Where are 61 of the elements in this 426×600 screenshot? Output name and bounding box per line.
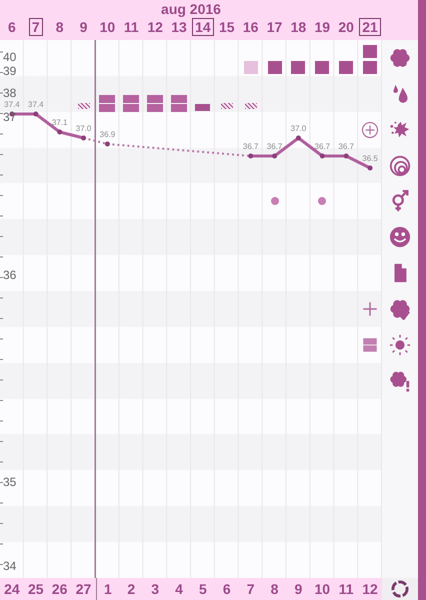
month-title: aug 2016 bbox=[161, 0, 221, 18]
day-number[interactable]: 16 bbox=[242, 18, 260, 36]
temperature-label: 36.7 bbox=[338, 142, 354, 151]
temperature-label: 36.5 bbox=[362, 154, 378, 163]
temperature-label: 37.1 bbox=[52, 118, 68, 127]
day-number[interactable]: 13 bbox=[170, 18, 188, 36]
day-number[interactable]: 18 bbox=[290, 18, 308, 36]
axis-label: 36 bbox=[3, 269, 16, 281]
axis-label: 40 bbox=[3, 51, 16, 63]
add-circle-icon[interactable] bbox=[361, 120, 380, 139]
flower-icon[interactable] bbox=[389, 46, 411, 69]
flower-alert-icon[interactable] bbox=[389, 370, 411, 392]
smiley-icon[interactable] bbox=[389, 226, 411, 248]
axis-label: 35 bbox=[3, 476, 16, 488]
split-square-icon[interactable] bbox=[361, 336, 380, 354]
axis-label: 37 bbox=[3, 111, 16, 123]
day-number[interactable]: 14 bbox=[192, 18, 214, 36]
day-number[interactable]: 9 bbox=[78, 18, 88, 36]
temperature-label: 36.7 bbox=[242, 142, 258, 151]
sun-icon[interactable] bbox=[389, 334, 411, 356]
day-number[interactable]: 10 bbox=[98, 18, 116, 36]
cycle-day: 7 bbox=[246, 578, 255, 600]
cycle-day: 26 bbox=[52, 578, 68, 600]
flower-check-icon[interactable] bbox=[389, 298, 411, 320]
temperature-label: 37.0 bbox=[290, 124, 306, 133]
day-number[interactable]: 21 bbox=[359, 18, 381, 36]
cycle-day: 5 bbox=[199, 578, 207, 600]
day-number[interactable]: 15 bbox=[218, 18, 236, 36]
temperature-label: 37.4 bbox=[28, 100, 44, 109]
cycle-day: 25 bbox=[28, 578, 44, 600]
day-number[interactable]: 19 bbox=[314, 18, 332, 36]
cycle-day: 6 bbox=[222, 578, 231, 600]
cycle-day: 10 bbox=[314, 578, 330, 600]
temperature-label: 37.0 bbox=[76, 124, 92, 133]
temperature-label: 36.7 bbox=[314, 142, 330, 151]
cycle-day: 2 bbox=[127, 578, 136, 600]
day-number[interactable]: 11 bbox=[122, 18, 140, 36]
cycle-day: 3 bbox=[151, 578, 160, 600]
temperature-label: 37.4 bbox=[4, 100, 20, 109]
axis-label: 34 bbox=[3, 560, 16, 572]
cycle-day: 12 bbox=[362, 578, 378, 600]
day-number[interactable]: 6 bbox=[7, 18, 17, 36]
plus-icon[interactable] bbox=[361, 300, 380, 318]
axis-label: 38 bbox=[3, 87, 16, 99]
cycle-day: 24 bbox=[4, 578, 20, 600]
axis-label: 39 bbox=[3, 65, 16, 77]
cycle-day: 27 bbox=[76, 578, 92, 600]
rings-icon[interactable] bbox=[389, 154, 411, 176]
temperature-label: 36.9 bbox=[100, 130, 116, 139]
cycle-day: 4 bbox=[175, 578, 183, 600]
cycle-day: 8 bbox=[270, 578, 278, 600]
day-number[interactable]: 20 bbox=[337, 18, 355, 36]
day-number[interactable]: 12 bbox=[146, 18, 164, 36]
cycle-day: 9 bbox=[294, 578, 302, 600]
day-number[interactable]: 8 bbox=[54, 18, 65, 36]
cycle-icon[interactable] bbox=[390, 579, 410, 599]
cycle-day: 11 bbox=[338, 578, 354, 600]
day-number[interactable]: 7 bbox=[28, 18, 43, 36]
cycle-day: 1 bbox=[104, 578, 112, 600]
temperature-label: 36.7 bbox=[266, 142, 282, 151]
day-number[interactable]: 17 bbox=[266, 18, 284, 36]
